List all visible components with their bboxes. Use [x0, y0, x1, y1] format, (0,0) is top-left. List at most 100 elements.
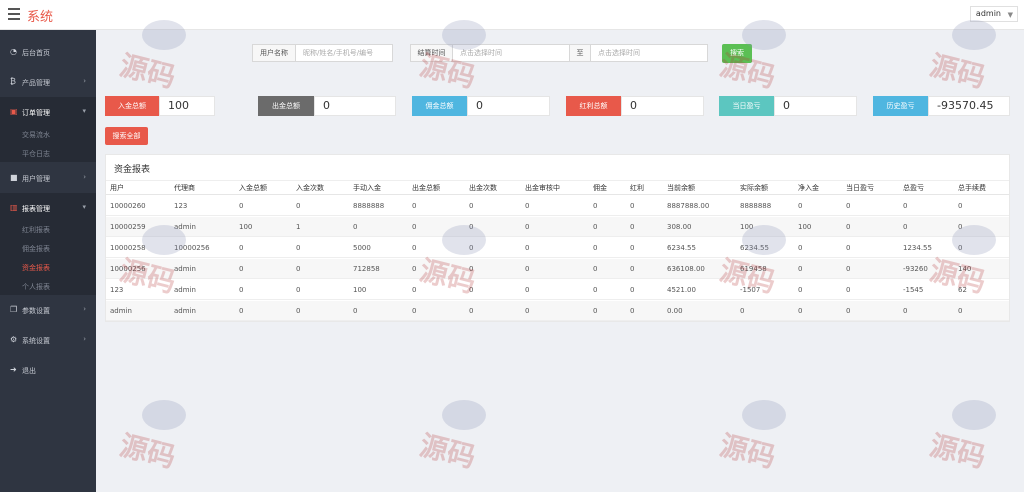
- sidebar-item-logout[interactable]: ➜ 退出: [0, 355, 96, 385]
- table-cell: admin: [110, 307, 132, 315]
- sidebar-item-label: 参数设置: [22, 307, 50, 315]
- table-cell: 0: [525, 202, 530, 210]
- sidebar-item-orders[interactable]: ▣ 订单管理 ▾: [0, 97, 96, 127]
- table-cell: 0: [525, 244, 530, 252]
- user-dropdown[interactable]: admin ▼: [969, 6, 1018, 22]
- table-cell: 100: [353, 286, 367, 294]
- sidebar-subitem-bonus-report[interactable]: 红利报表: [0, 219, 96, 238]
- chevron-right-icon: ›: [83, 335, 86, 343]
- sidebar-item-label: 系统设置: [22, 337, 50, 345]
- stat-value: 100: [159, 96, 215, 116]
- table-cell: 0: [846, 286, 851, 294]
- bitcoin-icon: ₿: [10, 77, 16, 86]
- column-header: 出金次数: [469, 184, 497, 192]
- column-header: 代理商: [174, 184, 195, 192]
- table-cell: 0: [798, 286, 803, 294]
- table-cell: admin: [174, 286, 196, 294]
- table-cell: 123: [110, 286, 124, 294]
- watermark-text: 源码: [926, 428, 989, 475]
- stat-value: 0: [774, 96, 857, 116]
- table-cell: 0: [593, 223, 598, 231]
- sidebar-subitem-label: 交易流水: [22, 131, 50, 139]
- username-search-input[interactable]: 昵称/姓名/手机号/编号: [295, 44, 393, 62]
- stat-label: 历史盈亏: [873, 96, 928, 116]
- sidebar-subitem-trade-flow[interactable]: 交易流水: [0, 124, 96, 143]
- divider: [106, 180, 1009, 181]
- table-cell: 0: [296, 265, 301, 273]
- search-button[interactable]: 搜索: [722, 44, 752, 63]
- table-cell: 0: [239, 244, 244, 252]
- sidebar-item-products[interactable]: ₿ 产品管理 ›: [0, 67, 96, 97]
- table-cell: 0.00: [667, 307, 683, 315]
- table-cell: 0: [296, 307, 301, 315]
- menu-toggle-icon[interactable]: [8, 8, 20, 20]
- sidebar-item-system[interactable]: ⚙ 系统设置 ›: [0, 325, 96, 355]
- table-cell: 0: [412, 244, 417, 252]
- table-cell: 0: [958, 244, 963, 252]
- table-cell: 62: [958, 286, 967, 294]
- table-cell: 0: [239, 286, 244, 294]
- document-icon: ▣: [10, 107, 18, 116]
- stat-commission-total: 佣金总额 0: [412, 96, 550, 116]
- to-label: 至: [569, 44, 591, 62]
- chevron-right-icon: ›: [83, 77, 86, 85]
- table-cell: 712858: [353, 265, 380, 273]
- table-cell: 10000256: [110, 265, 146, 273]
- watermark-text: 源码: [416, 428, 479, 475]
- table-row: 123 admin 0 0 100 0 0 0 0 0 4521.00 -1507 0 0 -1545 62: [106, 280, 1009, 300]
- table-cell: 123: [174, 202, 188, 210]
- table-cell: 308.00: [667, 223, 692, 231]
- column-header: 佣金: [593, 184, 607, 192]
- table-header-row: 用户 代理商 入金总额 入金次数 手动入金 出金总额 出金次数 出金审核中 佣金 红利 当前余额 实际…: [106, 182, 1009, 195]
- table-cell: 8887888.00: [667, 202, 710, 210]
- chevron-down-icon: ▼: [1007, 11, 1013, 19]
- sidebar-subitem-label: 红利报表: [22, 226, 50, 234]
- table-cell: 0: [903, 307, 908, 315]
- table-cell: 100: [239, 223, 253, 231]
- sidebar: ◔ 后台首页 ₿ 产品管理 › ▣ 订单管理 ▾ 交易流水 平仓日志 ■ 用户管…: [0, 30, 96, 492]
- stat-value: 0: [314, 96, 396, 116]
- stat-daily-pnl: 当日盈亏 0: [719, 96, 857, 116]
- table-cell: 0: [846, 265, 851, 273]
- watermark-logo-icon: [442, 400, 486, 430]
- dashboard-icon: ◔: [10, 47, 17, 56]
- table-cell: 0: [469, 286, 474, 294]
- table-cell: 0: [593, 265, 598, 273]
- sidebar-item-dashboard[interactable]: ◔ 后台首页: [0, 37, 96, 67]
- sidebar-subitem-label: 个人报表: [22, 283, 50, 291]
- sidebar-subitem-fund-report[interactable]: 资金报表: [0, 257, 96, 276]
- table-cell: 0: [353, 223, 358, 231]
- table-cell: 0: [593, 307, 598, 315]
- sidebar-item-params[interactable]: ❐ 参数设置 ›: [0, 295, 96, 325]
- sidebar-subitem-personal-report[interactable]: 个人报表: [0, 276, 96, 295]
- column-header: 红利: [630, 184, 644, 192]
- sidebar-subitem-commission-report[interactable]: 佣金报表: [0, 238, 96, 257]
- table-cell: 0: [525, 223, 530, 231]
- sidebar-subitem-label: 资金报表: [22, 264, 50, 272]
- stat-value: 0: [467, 96, 550, 116]
- table-cell: 0: [630, 286, 635, 294]
- settle-time-label: 结算时间: [410, 44, 453, 62]
- sidebar-subitem-close-log[interactable]: 平仓日志: [0, 143, 96, 162]
- table-cell: 0: [630, 244, 635, 252]
- table-row: admin admin 0 0 0 0 0 0 0 0 0.00 0 0 0 0 0: [106, 301, 1009, 321]
- start-time-input[interactable]: 点击选择时间: [452, 44, 570, 62]
- table-cell: 0: [239, 307, 244, 315]
- table-cell: 0: [412, 202, 417, 210]
- end-time-input[interactable]: 点击选择时间: [590, 44, 708, 62]
- table-cell: 0: [469, 307, 474, 315]
- top-bar: 系统 admin ▼: [0, 0, 1024, 30]
- table-cell: 0: [630, 202, 635, 210]
- table-cell: 0: [469, 265, 474, 273]
- table-cell: 8888888: [740, 202, 772, 210]
- sidebar-subitem-label: 平仓日志: [22, 150, 50, 158]
- sidebar-item-users[interactable]: ■ 用户管理 ›: [0, 163, 96, 193]
- column-header: 净入金: [798, 184, 819, 192]
- column-header: 出金审核中: [525, 184, 560, 192]
- table-cell: 1: [296, 223, 301, 231]
- search-all-button[interactable]: 搜索全部: [105, 127, 148, 145]
- table-cell: 0: [630, 307, 635, 315]
- table-cell: 0: [958, 202, 963, 210]
- watermark-text: 源码: [116, 48, 179, 95]
- table-cell: 5000: [353, 244, 371, 252]
